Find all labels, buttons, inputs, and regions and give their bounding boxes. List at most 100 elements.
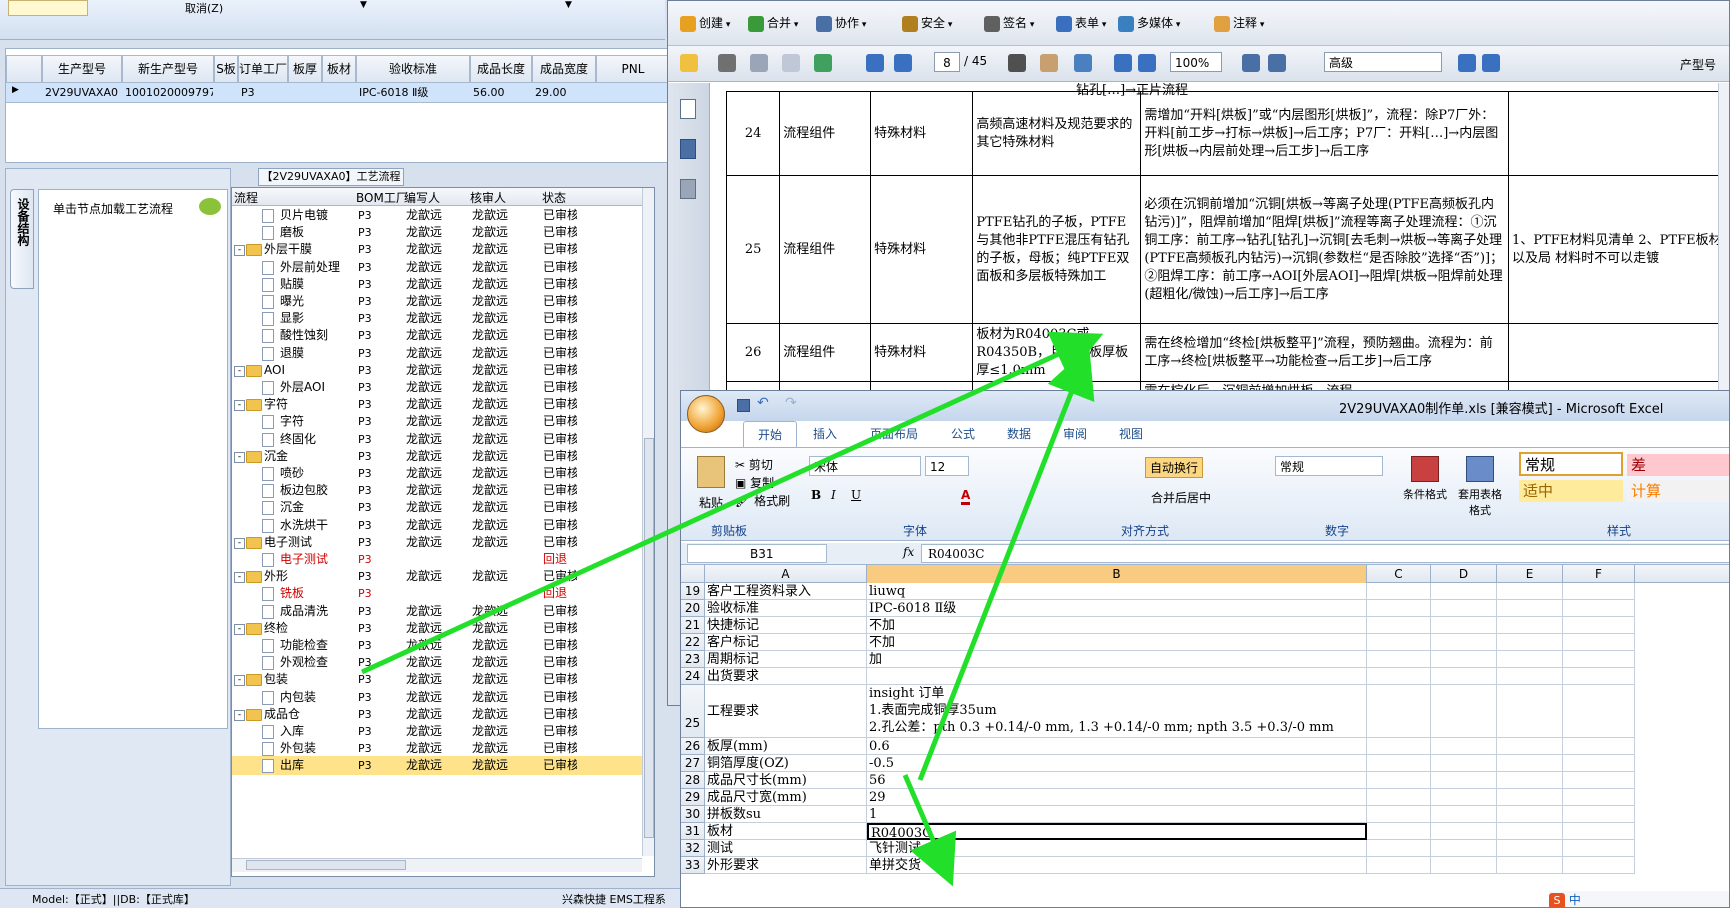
row-number[interactable]: 33: [681, 857, 705, 874]
highlight-select[interactable]: 高级: [1324, 52, 1442, 72]
tree-row[interactable]: 内包装 P3 龙歆远 龙歆远 已审核: [232, 688, 642, 707]
row-number[interactable]: 29: [681, 789, 705, 806]
style-bad[interactable]: 差: [1627, 454, 1729, 476]
page-input[interactable]: 8: [934, 52, 960, 72]
tree-row[interactable]: - 成品仓 P3 龙歆远 龙歆远 已审核: [232, 705, 642, 724]
scroll-thumb[interactable]: [644, 438, 654, 838]
grid-col-header[interactable]: 新生产型号: [122, 55, 214, 83]
empty-cell[interactable]: [1563, 617, 1635, 634]
cell-b[interactable]: liuwq: [867, 583, 1367, 600]
name-box[interactable]: B31: [687, 544, 827, 563]
tree-row[interactable]: 水洗烘干 P3 龙歆远 龙歆远 已审核: [232, 516, 642, 535]
cell-a[interactable]: 快捷标记: [705, 617, 867, 634]
pages-icon[interactable]: [680, 99, 696, 119]
empty-cell[interactable]: [1563, 600, 1635, 617]
ribbon-tab[interactable]: 插入: [799, 421, 851, 447]
empty-cell[interactable]: [1367, 755, 1431, 772]
tree-row[interactable]: 酸性蚀刻 P3 龙歆远 龙歆远 已审核: [232, 326, 642, 345]
empty-cell[interactable]: [1563, 685, 1635, 738]
row-number[interactable]: 30: [681, 806, 705, 823]
cell-b[interactable]: 加: [867, 651, 1367, 668]
toolbar-dropdown[interactable]: [8, 0, 88, 16]
tree-row[interactable]: 外包装 P3 龙歆远 龙歆远 已审核: [232, 739, 642, 758]
zoom-in-icon[interactable]: [1138, 54, 1156, 72]
style-good[interactable]: 适中: [1519, 480, 1623, 502]
collapse-icon[interactable]: -: [234, 675, 245, 687]
empty-cell[interactable]: [1497, 617, 1563, 634]
next-page-icon[interactable]: [894, 54, 912, 72]
empty-cell[interactable]: [1367, 600, 1431, 617]
cell-a[interactable]: 铜箔厚度(OZ): [705, 755, 867, 772]
collapse-icon[interactable]: -: [234, 400, 245, 412]
empty-cell[interactable]: [1367, 789, 1431, 806]
row-number[interactable]: 22: [681, 634, 705, 651]
cell-a[interactable]: 板厚(mm): [705, 738, 867, 755]
underline-button[interactable]: U: [851, 488, 861, 502]
empty-cell[interactable]: [1563, 738, 1635, 755]
collapse-icon[interactable]: -: [234, 365, 245, 377]
empty-cell[interactable]: [1497, 755, 1563, 772]
empty-cell[interactable]: [1367, 617, 1431, 634]
empty-cell[interactable]: [1431, 583, 1497, 600]
cell-b[interactable]: 56: [867, 772, 1367, 789]
empty-cell[interactable]: [1431, 685, 1497, 738]
empty-cell[interactable]: [1431, 755, 1497, 772]
cell-b[interactable]: insight 订单 1.表面完成铜厚35um 2.孔公差：pth 0.3 +0.1…: [867, 685, 1367, 738]
cell-b[interactable]: 单拼交货: [867, 857, 1367, 874]
text-select-icon[interactable]: [1008, 54, 1026, 72]
tree-row[interactable]: 显影 P3 龙歆远 龙歆远 已审核: [232, 309, 642, 328]
font-size-select[interactable]: 12: [925, 456, 969, 476]
globe-icon[interactable]: [814, 54, 832, 72]
empty-cell[interactable]: [1431, 857, 1497, 874]
cell-a[interactable]: 工程要求: [705, 685, 867, 738]
row-number[interactable]: 21: [681, 617, 705, 634]
chevron-down-icon[interactable]: ▼: [360, 0, 367, 10]
row-number[interactable]: 27: [681, 755, 705, 772]
ime-mode[interactable]: 中: [1569, 893, 1581, 907]
fit-page-icon[interactable]: [1242, 54, 1260, 72]
grid-cell[interactable]: P3: [241, 84, 287, 102]
signatures-icon[interactable]: [680, 179, 696, 199]
empty-cell[interactable]: [1497, 789, 1563, 806]
tree-row[interactable]: 铣板 P3 回退: [232, 584, 642, 603]
grid-cell[interactable]: 10010200097974: [125, 84, 213, 102]
cell-a[interactable]: 外形要求: [705, 857, 867, 874]
prev-page-icon[interactable]: [866, 54, 884, 72]
side-tab[interactable]: 设备结构: [10, 189, 34, 289]
empty-cell[interactable]: [1497, 823, 1563, 840]
cell-b[interactable]: 29: [867, 789, 1367, 806]
empty-cell[interactable]: [1431, 789, 1497, 806]
tree-col-header[interactable]: 编写人: [404, 189, 440, 206]
tree-row[interactable]: 终固化 P3 龙歆远 龙歆远 已审核: [232, 430, 642, 449]
zoom-select[interactable]: 100%: [1170, 52, 1222, 72]
tree-row[interactable]: 出库 P3 龙歆远 龙歆远 已审核: [232, 756, 642, 776]
row-number[interactable]: 25: [681, 685, 705, 738]
cell-b[interactable]: 不加: [867, 617, 1367, 634]
column-header[interactable]: E: [1497, 565, 1563, 583]
empty-cell[interactable]: [1497, 806, 1563, 823]
empty-cell[interactable]: [1367, 840, 1431, 857]
empty-cell[interactable]: [1367, 738, 1431, 755]
ribbon-tab[interactable]: 审阅: [1049, 421, 1101, 447]
ribbon-tab[interactable]: 开始: [743, 421, 797, 448]
empty-cell[interactable]: [1563, 772, 1635, 789]
empty-cell[interactable]: [1431, 772, 1497, 789]
next-highlight-icon[interactable]: [1482, 54, 1500, 72]
column-header[interactable]: F: [1563, 565, 1635, 583]
tree-row[interactable]: 磨板 P3 龙歆远 龙歆远 已审核: [232, 223, 642, 242]
empty-cell[interactable]: [1431, 738, 1497, 755]
empty-cell[interactable]: [1431, 617, 1497, 634]
cell-b[interactable]: 飞针测试: [867, 840, 1367, 857]
email-icon[interactable]: [782, 54, 800, 72]
sogou-icon[interactable]: S: [1549, 893, 1565, 907]
tree-row[interactable]: 入库 P3 龙歆远 龙歆远 已审核: [232, 722, 642, 741]
tree-row[interactable]: 板边包胶 P3 龙歆远 龙歆远 已审核: [232, 481, 642, 500]
empty-cell[interactable]: [1563, 583, 1635, 600]
formula-input[interactable]: R04003C: [921, 544, 1729, 563]
tree-col-header[interactable]: 核审人: [470, 189, 506, 206]
style-normal[interactable]: 常规: [1519, 452, 1623, 476]
empty-cell[interactable]: [1563, 789, 1635, 806]
pdf-toolbar-button[interactable]: 合并 ▾: [748, 13, 798, 35]
grid-data-row[interactable]: ▶ 2V29UVAXA010010200097974 P3 IPC-6018 Ⅱ级5…: [6, 83, 668, 103]
empty-cell[interactable]: [1563, 840, 1635, 857]
